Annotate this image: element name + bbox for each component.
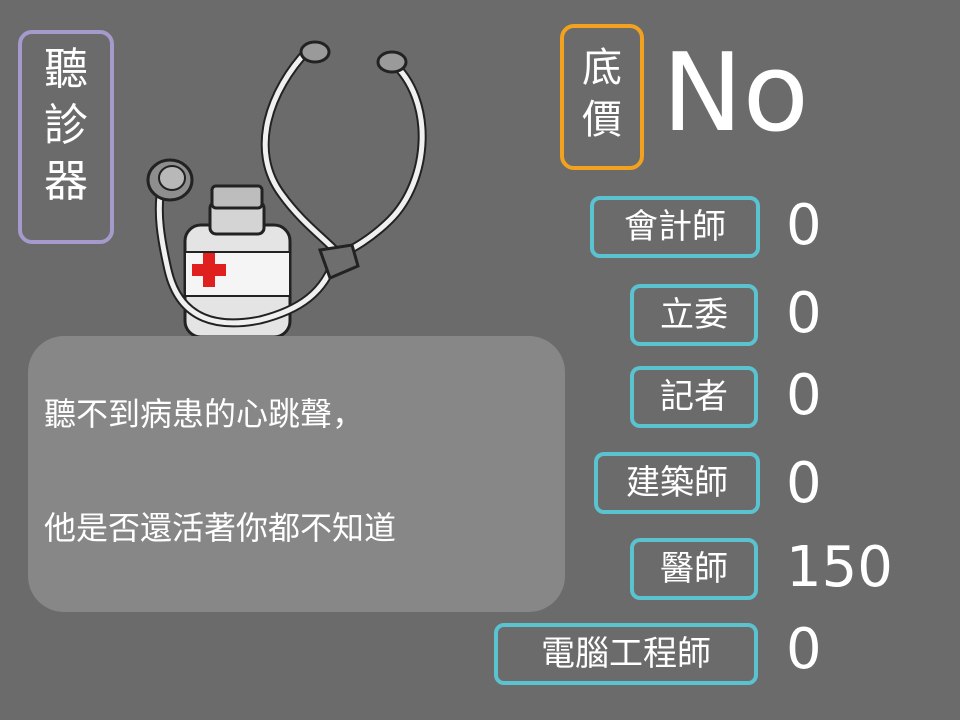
job-value-software-engineer: 0 [786, 617, 822, 682]
job-label-architect: 建築師 [594, 452, 760, 514]
job-label-doctor: 醫師 [630, 538, 758, 600]
job-label-accountant: 會計師 [590, 196, 760, 258]
ear-tip-icon [376, 50, 408, 74]
description-line: 聽不到病患的心跳聲， [44, 395, 365, 433]
ear-tip-icon [299, 40, 331, 64]
description-line: 他是否還活著你都不知道 [44, 509, 397, 547]
job-label-software-engineer: 電腦工程師 [494, 623, 758, 685]
base-price-label-char: 價 [582, 97, 622, 143]
title-char: 聽 [44, 44, 88, 95]
stethoscope-illustration [146, 40, 427, 339]
job-value-architect: 0 [786, 451, 822, 516]
job-value-accountant: 0 [786, 193, 822, 258]
job-label-reporter: 記者 [630, 366, 758, 428]
job-value-doctor: 150 [786, 535, 893, 600]
job-value-legislator: 0 [786, 281, 822, 346]
description-box: 聽不到病患的心跳聲， 他是否還活著你都不知道 [28, 336, 565, 612]
job-label-legislator: 立委 [630, 284, 758, 346]
job-value-reporter: 0 [786, 363, 822, 428]
title-box: 聽 診 器 [18, 30, 114, 244]
base-price-label-char: 底 [582, 45, 622, 91]
chest-piece-icon [146, 158, 194, 202]
title-char: 器 [44, 156, 88, 207]
base-price-value: No [662, 31, 809, 156]
title-char: 診 [44, 100, 88, 151]
base-price-label: 底 價 [560, 24, 644, 170]
